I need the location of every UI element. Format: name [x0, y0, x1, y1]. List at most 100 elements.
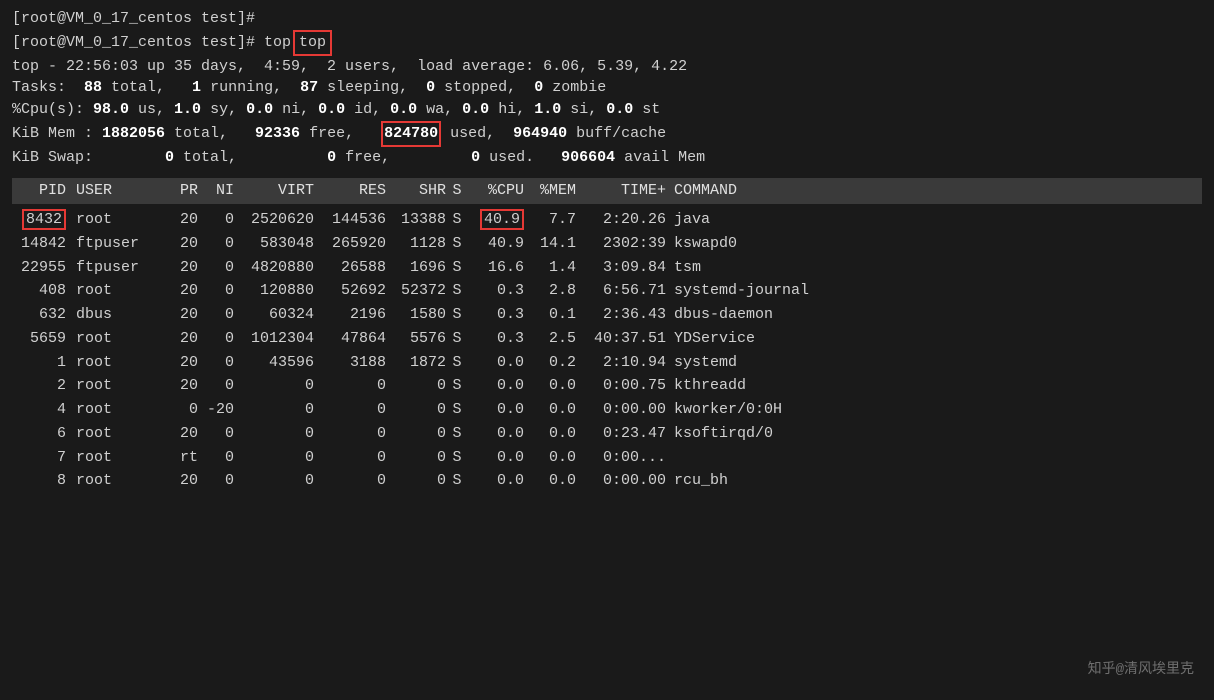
col-virt: 0: [234, 399, 314, 421]
col-user: root: [72, 423, 162, 445]
col-cpu: 0.3: [468, 328, 524, 350]
col-res: 0: [314, 447, 386, 469]
col-shr: 0: [386, 423, 446, 445]
col-pr: 20: [162, 257, 198, 279]
col-user: dbus: [72, 304, 162, 326]
col-ni: 0: [198, 423, 234, 445]
col-pr: 20: [162, 304, 198, 326]
col-pid: 8432: [12, 209, 72, 231]
col-s: S: [446, 470, 468, 492]
col-virt: 120880: [234, 280, 314, 302]
col-s: S: [446, 233, 468, 255]
table-row: 8root200000S0.00.00:00.00rcu_bh: [12, 469, 1202, 493]
col-cpu: 16.6: [468, 257, 524, 279]
col-cpu: 0.0: [468, 352, 524, 374]
table-row: 1root2004359631881872S0.00.22:10.94syste…: [12, 351, 1202, 375]
col-pr: 20: [162, 328, 198, 350]
table-row: 5659root2001012304478645576S0.32.540:37.…: [12, 327, 1202, 351]
swap-line: KiB Swap: 0 total, 0 free, 0 used. 90660…: [12, 147, 1202, 169]
col-s: S: [446, 447, 468, 469]
col-res: 2196: [314, 304, 386, 326]
table-row: 4root0-20000S0.00.00:00.00kworker/0:0H: [12, 398, 1202, 422]
col-cmd: dbus-daemon: [666, 304, 1202, 326]
col-ni: 0: [198, 447, 234, 469]
col-cmd: rcu_bh: [666, 470, 1202, 492]
table-row: 408root2001208805269252372S0.32.86:56.71…: [12, 279, 1202, 303]
col-shr: 1128: [386, 233, 446, 255]
col-header-shr: SHR: [386, 180, 446, 202]
col-mem: 2.8: [524, 280, 576, 302]
col-virt: 0: [234, 375, 314, 397]
col-cmd: java: [666, 209, 1202, 231]
col-mem: 0.1: [524, 304, 576, 326]
process-table: 8432root200252062014453613388S40.97.72:2…: [12, 208, 1202, 493]
mem-line: KiB Mem : 1882056 total, 92336 free, 824…: [12, 121, 1202, 147]
col-cpu: 0.0: [468, 423, 524, 445]
col-pid: 632: [12, 304, 72, 326]
col-res: 0: [314, 399, 386, 421]
col-user: ftpuser: [72, 233, 162, 255]
table-row: 632dbus2006032421961580S0.30.12:36.43dbu…: [12, 303, 1202, 327]
col-pr: 20: [162, 209, 198, 231]
col-pid: 22955: [12, 257, 72, 279]
col-shr: 0: [386, 447, 446, 469]
col-pid: 4: [12, 399, 72, 421]
col-ni: 0: [198, 328, 234, 350]
col-res: 144536: [314, 209, 386, 231]
col-header-pr: PR: [162, 180, 198, 202]
col-s: S: [446, 423, 468, 445]
col-ni: 0: [198, 257, 234, 279]
col-header-pid: PID: [12, 180, 72, 202]
col-s: S: [446, 352, 468, 374]
prompt-line-1: [root@VM_0_17_centos test]#: [12, 8, 1202, 30]
col-header-time: TIME+: [576, 180, 666, 202]
col-pr: 20: [162, 423, 198, 445]
col-pr: 20: [162, 470, 198, 492]
col-pr: 20: [162, 280, 198, 302]
col-user: root: [72, 209, 162, 231]
col-res: 3188: [314, 352, 386, 374]
table-header: PID USER PR NI VIRT RES SHR S %CPU %MEM …: [12, 178, 1202, 204]
col-user: ftpuser: [72, 257, 162, 279]
top-time-line: top - 22:56:03 up 35 days, 4:59, 2 users…: [12, 56, 1202, 78]
terminal: [root@VM_0_17_centos test]# [root@VM_0_1…: [12, 8, 1202, 493]
col-virt: 0: [234, 470, 314, 492]
col-header-s: S: [446, 180, 468, 202]
col-user: root: [72, 280, 162, 302]
col-cpu: 0.3: [468, 304, 524, 326]
col-shr: 1696: [386, 257, 446, 279]
col-header-user: USER: [72, 180, 162, 202]
col-user: root: [72, 352, 162, 374]
col-s: S: [446, 257, 468, 279]
col-time: 2:36.43: [576, 304, 666, 326]
col-cmd: ksoftirqd/0: [666, 423, 1202, 445]
col-cmd: systemd-journal: [666, 280, 1202, 302]
col-mem: 2.5: [524, 328, 576, 350]
col-virt: 43596: [234, 352, 314, 374]
col-pr: rt: [162, 447, 198, 469]
col-s: S: [446, 280, 468, 302]
mem-used-highlight: 824780: [381, 121, 441, 147]
col-header-mem: %MEM: [524, 180, 576, 202]
col-cpu: 0.0: [468, 399, 524, 421]
col-cmd: YDService: [666, 328, 1202, 350]
col-ni: -20: [198, 399, 234, 421]
col-s: S: [446, 209, 468, 231]
col-virt: 4820880: [234, 257, 314, 279]
col-mem: 7.7: [524, 209, 576, 231]
col-header-ni: NI: [198, 180, 234, 202]
col-shr: 0: [386, 399, 446, 421]
col-header-cpu: %CPU: [468, 180, 524, 202]
col-pid: 6: [12, 423, 72, 445]
col-mem: 14.1: [524, 233, 576, 255]
col-time: 2302:39: [576, 233, 666, 255]
col-shr: 13388: [386, 209, 446, 231]
col-pid: 1: [12, 352, 72, 374]
col-cmd: systemd: [666, 352, 1202, 374]
col-header-res: RES: [314, 180, 386, 202]
col-res: 0: [314, 375, 386, 397]
col-ni: 0: [198, 304, 234, 326]
col-cmd: tsm: [666, 257, 1202, 279]
col-s: S: [446, 304, 468, 326]
col-shr: 1580: [386, 304, 446, 326]
